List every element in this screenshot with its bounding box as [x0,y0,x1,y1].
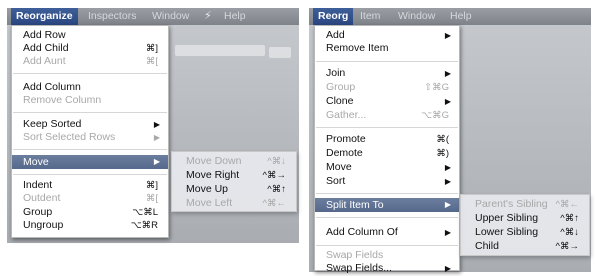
menu-item-swap-fields: Swap Fields [326,249,384,261]
submenu-arrow-icon: ▶ [444,177,451,186]
menu-item-ungroup[interactable]: Ungroup ⌥⌘R [12,219,168,232]
right-reorg-menu: Add ▶ Remove Item Join ▶ Group ⇧⌘G Clone ▶ G… [314,25,460,274]
menu-item-remove-item[interactable]: Remove Item [315,42,459,55]
submenu-arrow-icon: ▶ [153,120,160,129]
menu-item-gather: Gather... ⌥⌘G [326,109,449,121]
submenu-item-lower-sibling[interactable]: Lower Sibling ^⌘↓ [461,226,589,239]
submenu-item-move-left: Move Left ^⌘← [186,197,286,209]
menu-inspectors[interactable]: Inspectors [83,8,141,25]
menu-item-swap-fields-more[interactable]: Swap Fields... ▶ [315,262,459,275]
shortcut: ⌘] [145,43,158,54]
submenu-arrow-icon: ▶ [153,133,160,142]
menu-window[interactable]: Window [393,8,440,25]
right-screenshot: Reorg Item Window Help Add ▶ Remove Item … [309,8,591,274]
menu-item-sort[interactable]: Sort ▶ [315,175,459,188]
submenu-item-child[interactable]: Child ^⌘→ [461,240,589,253]
submenu-arrow-icon: ▶ [444,69,451,78]
menu-item-add-row[interactable]: Add Row [12,29,168,42]
menu-item-move[interactable]: Move ▶ [12,155,168,169]
submenu-item-parents-sibling: Parent's Sibling ^⌘← [475,198,579,210]
right-menubar: Reorg Item Window Help [309,8,591,25]
left-reorganize-menu: Add Row Add Child ⌘] Add Aunt ⌘[ Add Colum… [11,25,169,238]
left-move-submenu: Move Down ^⌘↓ Move Right ^⌘→ Move Up ^⌘↑ Mo… [171,151,297,212]
script-bolt-icon[interactable]: ⚡ [199,8,217,25]
left-menubar: Reorganize Inspectors Window ⚡ Help [7,8,299,25]
submenu-arrow-icon: ▶ [444,264,451,273]
menu-item-remove-column: Remove Column [23,94,102,106]
menu-item-split-item-to[interactable]: Split Item To ▶ [315,198,459,212]
menu-item-add-child[interactable]: Add Child ⌘] [12,42,168,55]
submenu-item-move-right[interactable]: Move Right ^⌘→ [172,169,296,182]
submenu-arrow-icon: ▶ [444,200,451,209]
submenu-item-move-up[interactable]: Move Up ^⌘↑ [172,183,296,196]
menu-window[interactable]: Window [147,8,194,25]
menu-item-outdent: Outdent ⌘[ [23,192,158,204]
menu-reorg[interactable]: Reorg [313,8,354,25]
submenu-arrow-icon: ▶ [444,228,451,237]
menu-item-keep-sorted[interactable]: Keep Sorted ▶ [12,118,168,131]
menu-reorganize[interactable]: Reorganize [11,8,78,25]
submenu-arrow-icon: ▶ [444,163,451,172]
right-split-item-submenu: Parent's Sibling ^⌘← Upper Sibling ^⌘↑ Low… [460,194,590,256]
submenu-item-upper-sibling[interactable]: Upper Sibling ^⌘↑ [461,212,589,225]
submenu-arrow-icon: ▶ [444,97,451,106]
menu-item-promote[interactable]: Promote ⌘( [315,133,459,146]
menu-help[interactable]: Help [445,8,477,25]
menu-item-join[interactable]: Join ▶ [315,67,459,80]
menu-item-add[interactable]: Add ▶ [315,29,459,42]
menu-item[interactable]: Item [355,8,385,25]
menu-item-demote[interactable]: Demote ⌘) [315,147,459,160]
menu-item-add-column-of[interactable]: Add Column Of ▶ [315,226,459,239]
submenu-arrow-icon: ▶ [153,157,160,166]
submenu-arrow-icon: ▶ [444,31,451,40]
menu-item-add-aunt: Add Aunt ⌘[ [23,55,158,67]
submenu-item-move-down: Move Down ^⌘↓ [186,155,286,167]
menu-item-sort-selected-rows: Sort Selected Rows ▶ [23,131,160,143]
menu-help[interactable]: Help [219,8,251,25]
menu-item-group[interactable]: Group ⌥⌘L [12,206,168,219]
menu-item-clone[interactable]: Clone ▶ [315,95,459,108]
menu-item-group: Group ⇧⌘G [326,81,449,93]
menu-item-add-column[interactable]: Add Column [12,81,168,94]
menu-item-move[interactable]: Move ▶ [315,161,459,174]
menu-item-indent[interactable]: Indent ⌘] [12,179,168,192]
left-screenshot: Reorganize Inspectors Window ⚡ Help Add … [7,8,299,243]
